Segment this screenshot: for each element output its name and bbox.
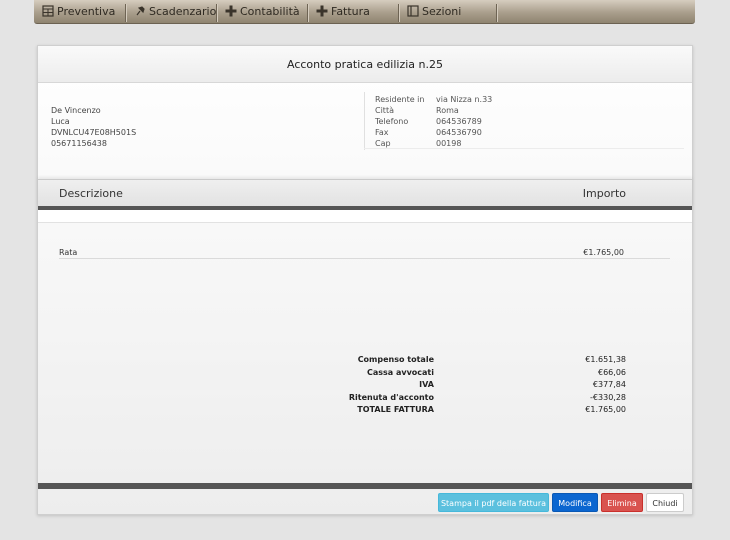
nav-item-preventiva[interactable]: Preventiva	[42, 0, 115, 24]
total-label: IVA	[419, 380, 434, 389]
total-row-totale: TOTALE FATTURA €1.765,00	[38, 405, 692, 418]
nav-divider	[496, 4, 497, 22]
nav-label-sezioni: Sezioni	[422, 5, 462, 18]
info-separator	[364, 148, 684, 149]
detail-value: 064536790	[436, 128, 482, 137]
nav-item-fattura[interactable]: Fattura	[316, 0, 370, 24]
detail-row-city: Città Roma	[375, 105, 492, 116]
detail-value: via Nizza n.33	[436, 95, 493, 104]
top-nav-bar: Preventiva Scadenzario Contabilità Fattu…	[34, 0, 695, 24]
table-header-strip	[38, 210, 692, 223]
detail-value: 00198	[436, 139, 462, 148]
column-header-description: Descrizione	[59, 187, 123, 200]
nav-label-preventiva: Preventiva	[57, 5, 116, 18]
detail-row-fax: Fax 064536790	[375, 127, 492, 138]
client-fiscal-code: DVNLCU47E08H501S	[51, 128, 137, 137]
table-header: Descrizione Importo	[38, 179, 692, 207]
totals-block: Compenso totale €1.651,38 Cassa avvocati €…	[38, 355, 692, 418]
book-icon	[407, 5, 419, 17]
detail-value: Roma	[436, 106, 459, 115]
total-value: €1.765,00	[585, 405, 626, 414]
print-pdf-button[interactable]: Stampa il pdf della fattura	[438, 493, 549, 512]
column-header-amount: Importo	[582, 187, 626, 200]
total-row-compenso: Compenso totale €1.651,38	[38, 355, 692, 368]
nav-divider	[125, 4, 126, 22]
total-label: Cassa avvocati	[366, 367, 434, 377]
detail-row-residence: Residente in via Nizza n.33	[375, 94, 492, 105]
footer-divider-bar	[38, 483, 692, 489]
nav-divider	[398, 4, 399, 22]
total-value: €1.651,38	[585, 355, 626, 364]
nav-divider	[216, 4, 217, 22]
total-label: Compenso totale	[357, 355, 434, 364]
detail-label: Città	[375, 106, 394, 115]
edit-button[interactable]: Modifica	[552, 493, 598, 512]
invoice-panel: Acconto pratica edilizia n.25 De Vincenz…	[37, 45, 693, 515]
client-surname: De Vincenzo	[51, 106, 101, 115]
close-button[interactable]: Chiudi	[646, 493, 684, 512]
detail-label: Telefono	[375, 117, 409, 126]
plus-icon	[316, 5, 328, 17]
pin-icon	[134, 5, 146, 17]
total-label: TOTALE FATTURA	[357, 405, 434, 414]
total-row-cassa: Cassa avvocati €66,06	[38, 368, 692, 381]
client-details: Residente in via Nizza n.33 Città Roma Tel…	[375, 94, 492, 149]
detail-row-phone: Telefono 064536789	[375, 116, 492, 127]
delete-button[interactable]: Elimina	[601, 493, 643, 512]
detail-label: Fax	[375, 128, 389, 137]
nav-item-contabilita[interactable]: Contabilità	[225, 0, 300, 24]
total-row-ritenuta: Ritenuta d'acconto -€330,28	[38, 393, 692, 406]
total-value: €377,84	[592, 380, 626, 389]
calculator-icon	[42, 5, 54, 17]
info-divider	[364, 92, 365, 150]
detail-value: 064536789	[436, 117, 482, 126]
total-row-iva: IVA €377,84	[38, 380, 692, 393]
total-value: €66,06	[598, 367, 626, 377]
plus-icon	[225, 5, 237, 17]
client-block: De Vincenzo Luca DVNLCU47E08H501S 056711…	[51, 105, 136, 149]
client-vat: 05671156438	[51, 139, 107, 148]
nav-label-scadenzario: Scadenzario	[149, 5, 217, 18]
invoice-title: Acconto pratica edilizia n.25	[38, 46, 692, 83]
client-name: Luca	[51, 117, 70, 126]
row-amount: €1.765,00	[583, 248, 624, 257]
nav-item-scadenzario[interactable]: Scadenzario	[134, 0, 216, 24]
nav-item-sezioni[interactable]: Sezioni	[407, 0, 461, 24]
total-label: Ritenuta d'acconto	[348, 392, 434, 402]
nav-divider	[307, 4, 308, 22]
total-value: -€330,28	[590, 392, 626, 402]
nav-label-fattura: Fattura	[331, 5, 370, 18]
row-description: Rata	[59, 248, 78, 257]
nav-label-contabilita: Contabilità	[240, 5, 300, 18]
detail-label: Residente in	[375, 95, 425, 104]
row-divider	[59, 258, 670, 259]
